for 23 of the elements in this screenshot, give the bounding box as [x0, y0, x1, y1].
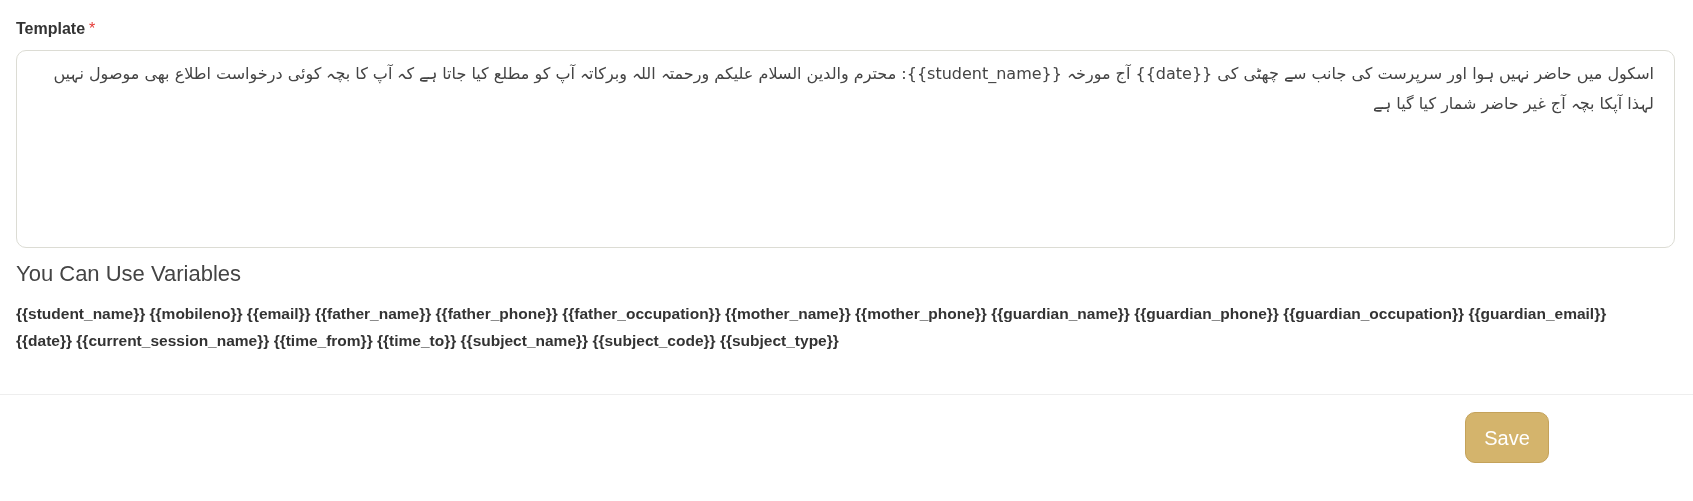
variable-tag: {{guardian_name}} — [991, 305, 1130, 322]
required-mark: * — [89, 19, 96, 39]
template-field[interactable]: اسکول میں حاضر نہیں ہوا اور سرپرست کی جانب سے چھٹی کی {{date}} آج مورخہ {{student_name}}: محترم والدین السلام علیکم ورحمتہ اللہ وبرکاتہ آپ کو مطلع کیا جاتا ہے کہ آپ کا بچہ کوئی درخواست اطلاع بھی موصول نہیں لہذا آپکا بچہ آج غیر حاضر شمار کیا گیا ہے — [16, 50, 1675, 248]
variable-tag: {{father_occupation}} — [562, 305, 721, 322]
field-label: Template — [16, 19, 86, 39]
variable-tag: {{father_phone}} — [435, 305, 558, 322]
variable-tag: {{current_session_name}} — [76, 332, 270, 349]
variables-heading: You Can Use Variables — [16, 260, 243, 288]
variable-tag: {{subject_name}} — [460, 332, 589, 349]
variable-tag: {{mobileno}} — [149, 305, 243, 322]
variable-tag: {{email}} — [246, 305, 311, 322]
variable-tag: {{father_name}} — [314, 305, 432, 322]
variable-tag: {{time_from}} — [273, 332, 373, 349]
variable-tag: {{mother_phone}} — [855, 305, 987, 322]
variable-tag: {{time_to}} — [377, 332, 457, 349]
variable-tag: {{subject_code}} — [592, 332, 716, 349]
variable-tag: {{subject_type}} — [719, 332, 839, 349]
variable-tag: {{mother_name}} — [725, 305, 851, 322]
variable-tag: {{student_name}} — [16, 305, 146, 322]
variable-tag: {{date}} — [16, 332, 72, 349]
variable-tag: {{guardian_phone}} — [1134, 305, 1279, 322]
variable-tag: {{guardian_occupation}} — [1283, 305, 1465, 322]
variable-tag: {{guardian_email}} — [1468, 305, 1607, 322]
